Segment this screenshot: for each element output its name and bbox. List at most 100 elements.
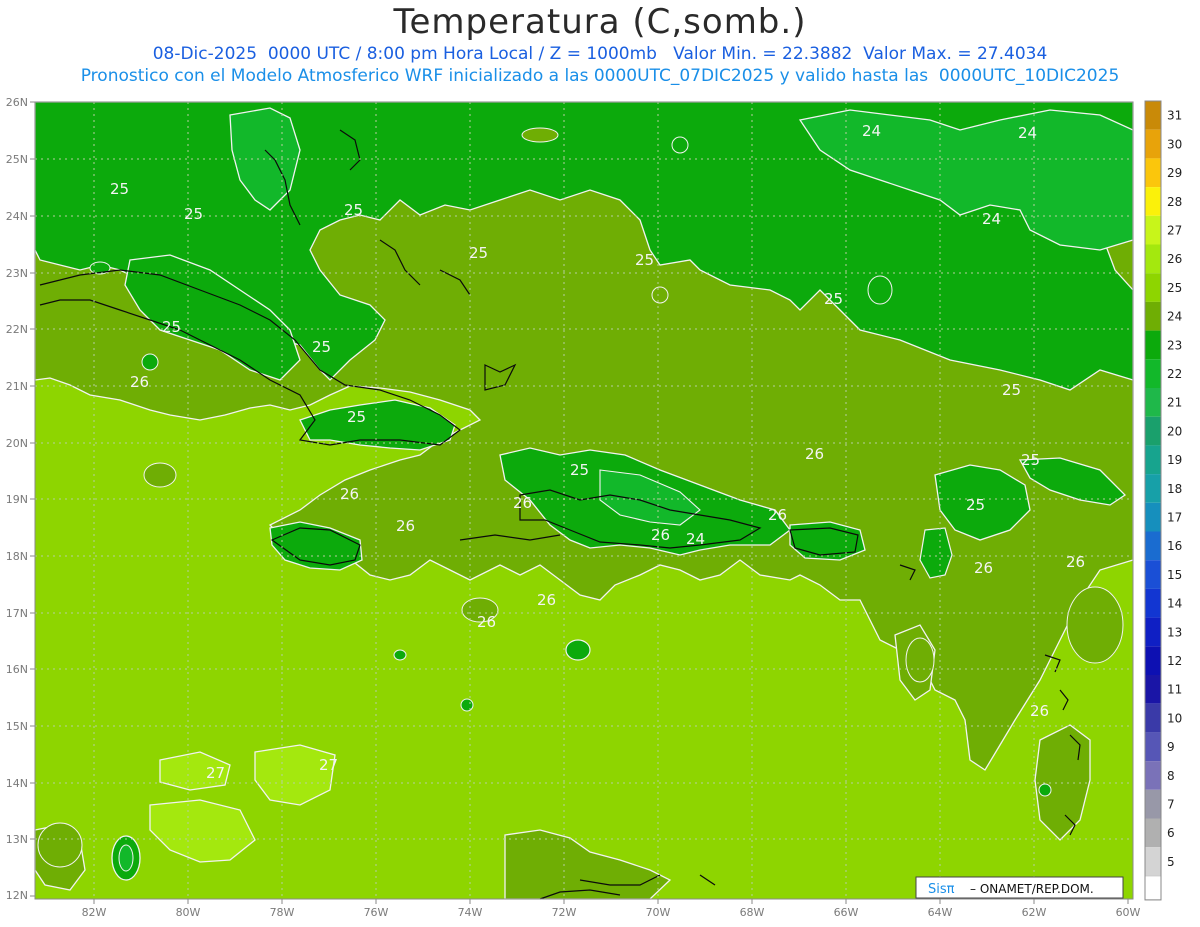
contour-label: 26 xyxy=(974,559,993,577)
colorbar-label: 19 xyxy=(1167,453,1182,467)
colorbar-swatch xyxy=(1145,301,1161,331)
colorbar-swatch xyxy=(1145,761,1161,790)
colorbar-swatch xyxy=(1145,588,1161,618)
colorbar-swatch xyxy=(1145,244,1161,274)
colorbar-legend: 31 30 29 28 27 26 25 24 23 22 21 20 19 18 17 16 15 14 13 12… xyxy=(1144,100,1182,901)
colorbar-label: 16 xyxy=(1167,539,1182,553)
colorbar-swatch xyxy=(1145,818,1161,848)
lat-label: 20N xyxy=(6,437,28,450)
contour-label: 26 xyxy=(805,445,824,463)
lat-label: 23N xyxy=(6,267,28,280)
colorbar-label: 17 xyxy=(1167,511,1182,525)
credit-box: Sisπ – ONAMET/REP.DOM. xyxy=(915,876,1124,899)
colorbar-swatch xyxy=(1145,502,1161,532)
contour-label: 25 xyxy=(184,205,203,223)
contour-label: 24 xyxy=(982,210,1001,228)
latitude-ticks xyxy=(30,101,35,897)
lon-label: 76W xyxy=(364,906,389,919)
contour-label: 25 xyxy=(1021,451,1040,469)
lon-label: 70W xyxy=(646,906,671,919)
colorbar-label: 31 xyxy=(1167,109,1182,123)
colorbar-label: 18 xyxy=(1167,482,1182,496)
colorbar-swatch xyxy=(1145,789,1161,819)
contour-label: 26 xyxy=(537,591,556,609)
contour-label: 26 xyxy=(396,517,415,535)
temp-cell-warm-6 xyxy=(1066,586,1124,664)
lon-label: 60W xyxy=(1116,906,1141,919)
colorbar-swatch xyxy=(1145,675,1161,704)
lat-label: 13N xyxy=(6,833,28,846)
lat-label: 25N xyxy=(6,153,28,166)
colorbar-swatch xyxy=(1145,416,1161,446)
lon-label: 80W xyxy=(176,906,201,919)
contour-label: 25 xyxy=(347,408,366,426)
colorbar-label: 29 xyxy=(1167,166,1182,180)
contour-label: 24 xyxy=(1018,124,1037,142)
lat-label: 17N xyxy=(6,607,28,620)
contour-label: 26 xyxy=(130,373,149,391)
colorbar-label: 27 xyxy=(1167,224,1182,238)
contour-label: 25 xyxy=(1002,381,1021,399)
contour-label: 25 xyxy=(312,338,331,356)
colorbar-swatch xyxy=(1145,847,1161,876)
colorbar-swatch xyxy=(1145,215,1161,245)
colorbar-label: 24 xyxy=(1167,310,1182,324)
colorbar-swatch-lowest xyxy=(1144,875,1162,901)
lat-label: 15N xyxy=(6,720,28,733)
longitude-axis: 82W 80W 78W 76W 74W 72W 70W 68W 66W 64W … xyxy=(82,906,1141,919)
contour-label: 26 xyxy=(1030,702,1049,720)
lat-label: 22N xyxy=(6,323,28,336)
colorbar-swatch xyxy=(1145,129,1161,159)
colorbar-swatch xyxy=(1145,703,1161,733)
colorbar-swatch xyxy=(1145,732,1161,762)
contour-label: 26 xyxy=(513,494,532,512)
contour-label: 25 xyxy=(344,201,363,219)
temp-cell-cool-10 xyxy=(867,275,893,305)
colorbar-swatch xyxy=(1145,187,1161,216)
colorbar-label: 11 xyxy=(1167,683,1182,697)
colorbar-swatch xyxy=(1145,388,1161,417)
contour-label: 25 xyxy=(469,244,488,262)
colorbar-label: 25 xyxy=(1167,281,1182,295)
temp-cell-cool-7 xyxy=(1038,783,1052,797)
temp-cell-cool-3 xyxy=(565,639,591,661)
temp-cell-cool-4 xyxy=(460,698,474,712)
temp-cell-warm-2 xyxy=(521,127,559,143)
colorbar-swatch xyxy=(1145,273,1161,302)
contour-label: 25 xyxy=(110,180,129,198)
colorbar-swatch xyxy=(1145,617,1161,647)
colorbar-label: 6 xyxy=(1167,826,1175,840)
colorbar-swatch xyxy=(1145,445,1161,475)
temp-cell-warm-7 xyxy=(37,822,83,868)
contour-label: 25 xyxy=(162,318,181,336)
credit-text: – ONAMET/REP.DOM. xyxy=(970,882,1094,896)
colorbar-label: 9 xyxy=(1167,740,1175,754)
colorbar-swatch xyxy=(1145,531,1161,561)
lat-label: 21N xyxy=(6,380,28,393)
contour-label: 27 xyxy=(206,764,225,782)
colorbar-label: 15 xyxy=(1167,568,1182,582)
temp-cell-cool-6 xyxy=(141,353,159,371)
credit-logo: Sisπ xyxy=(928,882,955,897)
longitude-ticks xyxy=(93,899,1129,904)
temp-cell-warm-5 xyxy=(905,637,935,683)
contour-label: 24 xyxy=(686,530,705,548)
temp-cell-warm-1 xyxy=(651,286,669,304)
colorbar-swatch xyxy=(1145,330,1161,360)
contour-label: 26 xyxy=(651,526,670,544)
temperature-map[interactable]: 24 24 24 25 25 25 25 25 25 25 25 25 25 2… xyxy=(34,101,1134,900)
colorbar-swatch xyxy=(1145,646,1161,675)
temp-cell-cool-8 xyxy=(671,136,689,154)
colorbar-label: 20 xyxy=(1167,424,1182,438)
contour-label: 25 xyxy=(966,496,985,514)
colorbar-swatch xyxy=(1145,560,1161,589)
colorbar-label: 8 xyxy=(1167,769,1175,783)
contour-label: 25 xyxy=(635,251,654,269)
lat-label: 14N xyxy=(6,777,28,790)
lat-label: 19N xyxy=(6,493,28,506)
contour-label: 25 xyxy=(570,461,589,479)
temp-cell-cool-2 xyxy=(118,844,134,872)
colorbar-label: 12 xyxy=(1167,654,1182,668)
temp-cell-cool-5 xyxy=(393,649,407,661)
colorbar-label: 26 xyxy=(1167,252,1182,266)
